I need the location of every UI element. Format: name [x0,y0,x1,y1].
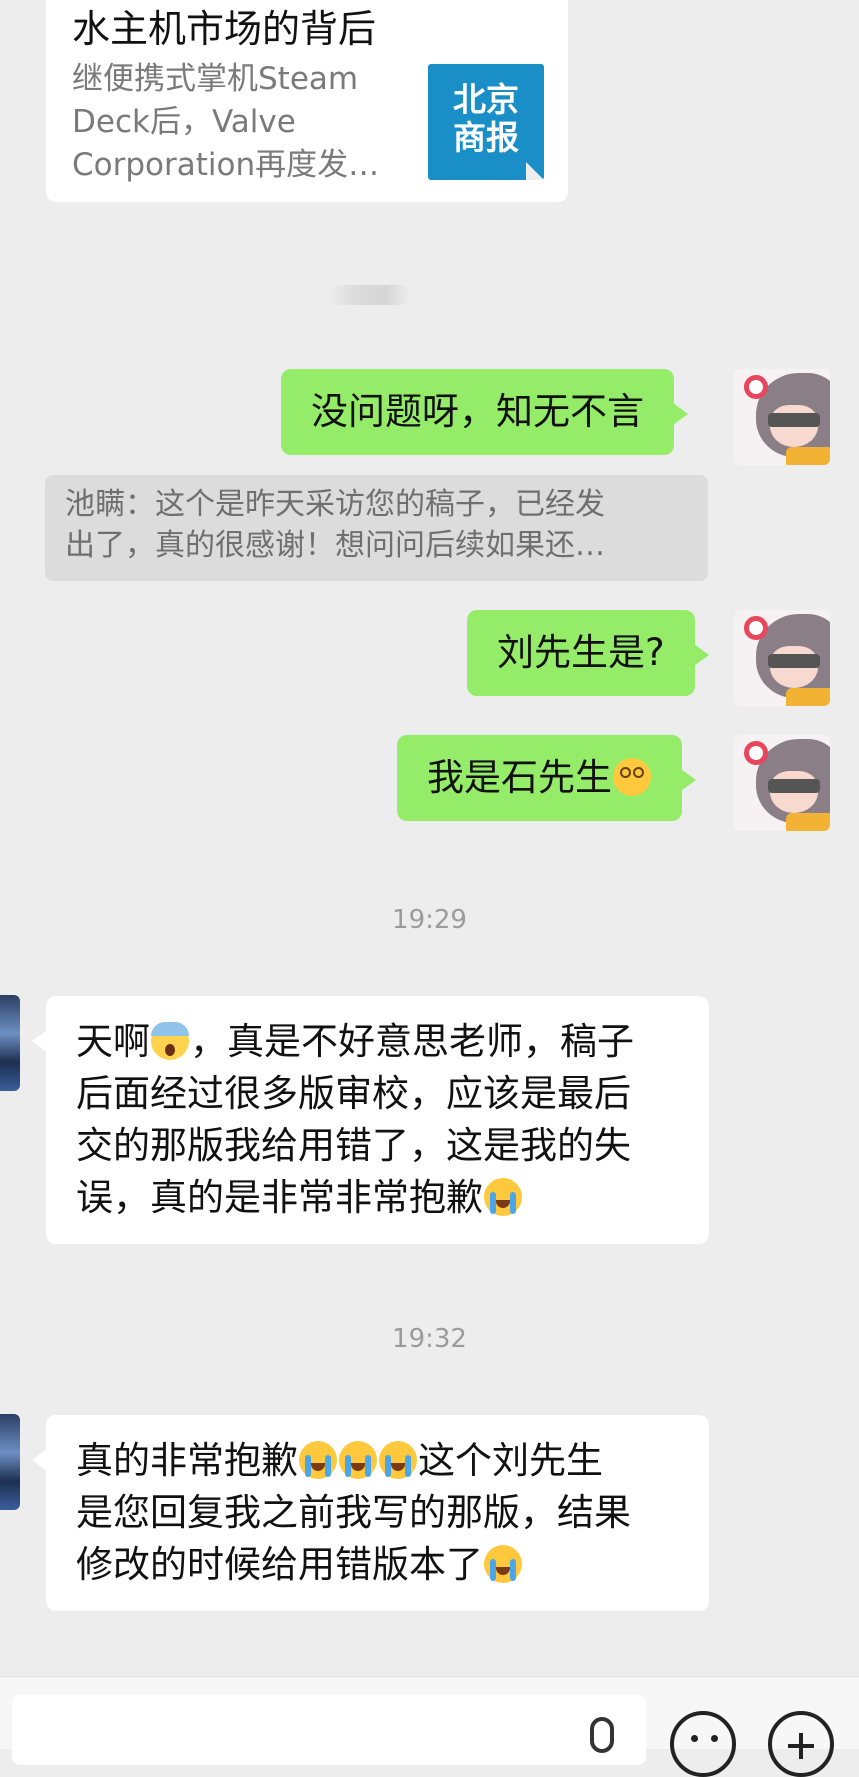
message-input[interactable] [12,1695,646,1765]
quote-line: 池瞒：这个是昨天采访您的稿子，已经发 [65,487,605,522]
blurred-timestamp [330,285,410,305]
avatar-scarf [786,688,830,706]
loudly-crying-emoji [484,1178,522,1216]
quote-line: 出了，真的很感谢！想问问后续如果还… [65,528,605,563]
message-text: 真的非常抱歉 [76,1439,298,1482]
plus-bar [799,1733,803,1759]
message-text: 修改的时候给用错版本了 [76,1543,483,1586]
emoji-icon[interactable] [670,1711,736,1777]
message-line: 误，真的是非常非常抱歉 [76,1172,679,1224]
article-card[interactable]: 水主机市场的背后 继便携式掌机Steam Deck后，Valve Corpora… [46,0,568,202]
loudly-crying-emoji [484,1545,522,1583]
sent-message-bubble[interactable]: 没问题呀，知无不言 [281,369,688,455]
contact-avatar[interactable] [0,995,20,1091]
message-text: ，真是不好意思老师，稿子 [190,1020,634,1063]
logo-fold [526,162,544,180]
article-description: 继便携式掌机Steam Deck后，Valve Corporation再度发… [72,58,402,187]
lollipop-icon [744,375,768,399]
article-description-line: 继便携式掌机Steam [72,61,359,97]
publisher-logo: 北京 商报 [428,64,544,180]
emoji-eye [691,1735,698,1742]
message-line: 真的非常抱歉 这个刘先生 [76,1435,679,1487]
loudly-crying-emoji [379,1441,417,1479]
avatar[interactable] [734,610,830,706]
lollipop-icon [744,741,768,765]
message-text: 刘先生是? [497,631,665,674]
message-line: 天啊 ，真是不好意思老师，稿子 [76,1016,679,1068]
article-description-line: Corporation再度发… [72,147,380,183]
message-text: 我是石先生 [427,756,612,799]
timestamp: 19:32 [392,1324,467,1354]
input-bar [0,1676,859,1777]
message-text: 误，真的是非常非常抱歉 [76,1176,483,1219]
received-message-bubble[interactable]: 天啊 ，真是不好意思老师，稿子 后面经过很多版审校，应该是最后 交的那版我给用错了… [32,996,709,1244]
avatar[interactable] [734,369,830,465]
avatar[interactable] [734,735,830,831]
lollipop-icon [744,616,768,640]
article-description-line: Deck后，Valve [72,104,296,140]
article-title: 水主机市场的背后 [72,7,377,51]
message-text: 没问题呀，知无不言 [311,390,644,433]
avatar-scarf [786,813,830,831]
avatar-visor [768,779,820,793]
received-message-bubble[interactable]: 真的非常抱歉 这个刘先生 是您回复我之前我写的那版，结果 修改的时候给用错版本了 [32,1415,709,1611]
sent-message-bubble[interactable]: 我是石先生 [397,735,696,821]
message-line: 是您回复我之前我写的那版，结果 [76,1491,631,1534]
avatar-scarf [786,447,830,465]
logo-line2: 商报 [453,118,519,157]
avatar-visor [768,654,820,668]
message-line: 后面经过很多版审校，应该是最后 [76,1072,631,1115]
timestamp: 19:29 [392,905,467,935]
quoted-message[interactable]: 池瞒：这个是昨天采访您的稿子，已经发 出了，真的很感谢！想问问后续如果还… [45,475,708,581]
dizzy-face-emoji [613,758,651,796]
sent-message-bubble[interactable]: 刘先生是? [467,610,709,696]
loudly-crying-emoji [339,1441,377,1479]
emoji-eye [711,1735,718,1742]
message-text: 天啊 [76,1020,150,1063]
avatar-visor [768,413,820,427]
message-line: 修改的时候给用错版本了 [76,1539,679,1591]
contact-avatar[interactable] [0,1414,20,1510]
loudly-crying-emoji [299,1441,337,1479]
plus-icon[interactable] [768,1711,834,1777]
message-line: 交的那版我给用错了，这是我的失 [76,1124,631,1167]
logo-line1: 北京 [453,80,519,119]
message-text: 这个刘先生 [418,1439,603,1482]
scream-emoji [151,1022,189,1060]
voice-icon[interactable] [590,1717,614,1753]
